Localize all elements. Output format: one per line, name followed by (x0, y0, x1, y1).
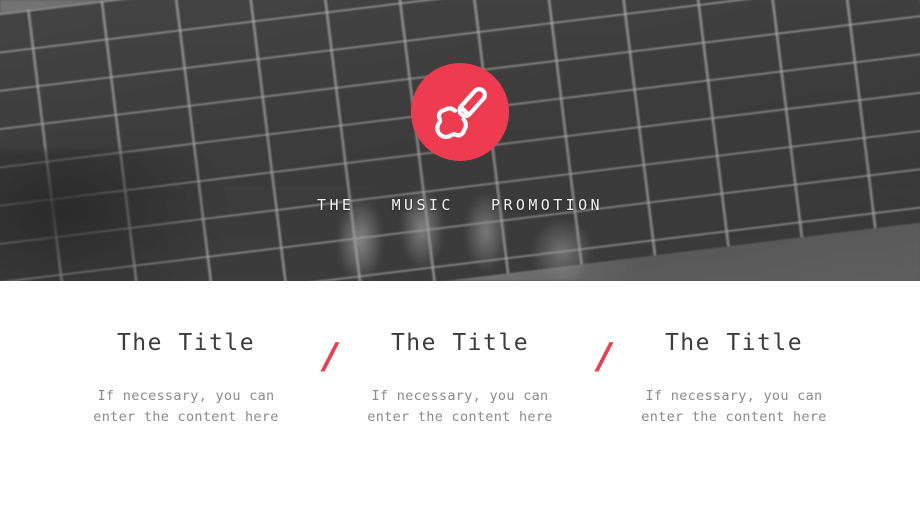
feature-title: The Title (664, 330, 804, 356)
feature-title: The Title (116, 330, 256, 356)
feature-column-2: The Title If necessary, you can enter th… (323, 330, 611, 428)
brand-badge-svg (411, 63, 509, 161)
features-section: The Title If necessary, you can enter th… (0, 281, 920, 518)
brand-badge[interactable] (411, 63, 509, 161)
feature-title: The Title (390, 330, 530, 356)
feature-column-1: The Title If necessary, you can enter th… (49, 330, 337, 428)
landing-page: THE MUSIC PROMOTION The Title If necessa… (0, 0, 920, 518)
feature-body: If necessary, you can enter the content … (367, 388, 553, 425)
feature-body: If necessary, you can enter the content … (93, 388, 279, 425)
hero-tagline: THE MUSIC PROMOTION (317, 196, 603, 214)
hero-section: THE MUSIC PROMOTION (0, 0, 920, 281)
feature-body: If necessary, you can enter the content … (641, 388, 827, 425)
feature-column-3: The Title If necessary, you can enter th… (597, 332, 871, 428)
